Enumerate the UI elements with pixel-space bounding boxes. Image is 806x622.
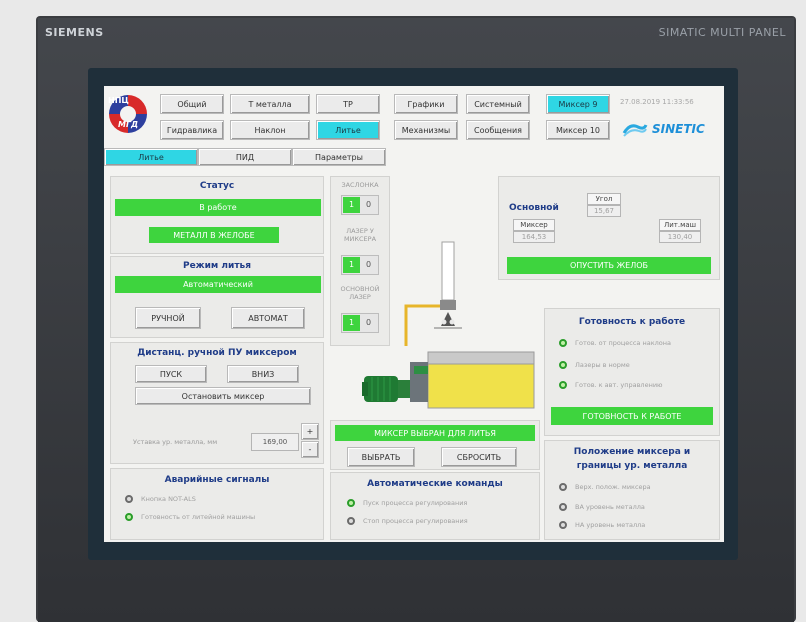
setpoint-minus-button[interactable]: -	[301, 441, 319, 458]
sinetic-wave-icon	[622, 124, 648, 137]
setpoint-label: Уставка ур. металла, мм	[133, 438, 218, 446]
nav-mixer-9[interactable]: Миксер 9	[546, 94, 610, 114]
gate-switch[interactable]: 10	[341, 195, 379, 215]
main-readout-panel: Основной Миксер 164,53 Угол 15,67 Лит.ма…	[498, 176, 720, 280]
select-button[interactable]: ВЫБРАТЬ	[347, 447, 415, 467]
alarms-panel: Аварийные сигналы Кнопка NOT-ALS Готовно…	[110, 468, 324, 540]
laser-column-icon	[441, 241, 455, 301]
alarm-notals-label: Кнопка NOT-ALS	[141, 495, 196, 503]
nav-system[interactable]: Системный	[466, 94, 530, 114]
ready-to-work-bar: ГОТОВНОСТЬ К РАБОТЕ	[551, 407, 713, 425]
siemens-brand: SIEMENS	[45, 26, 104, 39]
nav-tr[interactable]: ТР	[316, 94, 380, 114]
nav-metal-temp[interactable]: Т металла	[230, 94, 310, 114]
metal-bath-icon	[427, 363, 535, 409]
mixer-select-panel: МИКСЕР ВЫБРАН ДЛЯ ЛИТЬЯ ВЫБРАТЬ СБРОСИТЬ	[330, 420, 540, 470]
nav-graphs[interactable]: Графики	[394, 94, 458, 114]
subtab-casting[interactable]: Литье	[104, 148, 198, 166]
nav-messages[interactable]: Сообщения	[466, 120, 530, 140]
ready-auto-led	[559, 381, 567, 389]
datetime-display: 27.08.2019 11:33:56	[620, 98, 694, 106]
manual-mode-button[interactable]: РУЧНОЙ	[135, 307, 201, 329]
remote-control-panel: Дистанц. ручной ПУ миксером ПУСК ВНИЗ Ос…	[110, 342, 324, 464]
status-panel: Статус В работе МЕТАЛЛ В ЖЕЛОБЕ	[110, 176, 324, 254]
auto-mode-button[interactable]: АВТОМАТ	[231, 307, 305, 329]
pos-va-led	[559, 503, 567, 511]
remote-title: Дистанц. ручной ПУ миксером	[137, 348, 297, 358]
nav-mixer-10[interactable]: Миксер 10	[546, 120, 610, 140]
mode-title: Режим литья	[182, 261, 252, 271]
stop-mixer-button[interactable]: Остановить миксер	[135, 387, 311, 405]
model-brand: SIMATIC MULTI PANEL	[658, 26, 786, 39]
pos-va-label: ВА уровень металла	[575, 503, 645, 511]
mixer-selected-bar: МИКСЕР ВЫБРАН ДЛЯ ЛИТЬЯ	[335, 425, 535, 441]
pos-na-led	[559, 521, 567, 529]
auto-commands-panel: Автоматические команды Пуск процесса рег…	[330, 472, 540, 540]
nav-mechanisms[interactable]: Механизмы	[394, 120, 458, 140]
alarm-casting-machine-led	[125, 513, 133, 521]
company-logo: НПЦ МГД	[106, 92, 150, 136]
alarms-title: Аварийные сигналы	[164, 475, 270, 485]
alarm-casting-machine-label: Готовность от литейной машины	[141, 513, 256, 521]
mixer-label-box: Миксер	[513, 219, 555, 231]
pos-top-led	[559, 483, 567, 491]
gate-label: ЗАСЛОНКА	[341, 181, 379, 189]
ready-title: Готовность к работе	[578, 317, 686, 327]
start-button[interactable]: ПУСК	[135, 365, 207, 383]
motor-icon	[362, 362, 428, 402]
reset-button[interactable]: СБРОСИТЬ	[441, 447, 517, 467]
nav-general[interactable]: Общий	[160, 94, 224, 114]
status-title: Статус	[199, 181, 235, 191]
logo-text-bottom: МГД	[118, 120, 139, 129]
status-state-bar: В работе	[115, 199, 321, 216]
main-readout-title: Основной	[509, 203, 559, 213]
angle-label-box: Угол	[587, 193, 621, 205]
down-button[interactable]: ВНИЗ	[227, 365, 299, 383]
sinetic-logo: SINETIC	[622, 120, 722, 140]
auto-start-led	[347, 499, 355, 507]
angle-value: 15,67	[587, 205, 621, 217]
subtab-params[interactable]: Параметры	[292, 148, 386, 166]
lower-trough-button[interactable]: ОПУСТИТЬ ЖЕЛОБ	[507, 257, 711, 274]
sinetic-text: SINETIC	[652, 122, 705, 136]
ready-lasers-led	[559, 361, 567, 369]
auto-stop-led	[347, 517, 355, 525]
setpoint-input[interactable]: 169,00	[251, 433, 299, 451]
position-title-2: границы ур. металла	[576, 461, 688, 471]
casting-label-box: Лит.маш	[659, 219, 701, 231]
nav-casting[interactable]: Литье	[316, 120, 380, 140]
mixer-value: 164,53	[513, 231, 555, 243]
ready-tilt-led	[559, 339, 567, 347]
subtab-pid[interactable]: ПИД	[198, 148, 292, 166]
nav-tilt[interactable]: Наклон	[230, 120, 310, 140]
ready-tilt-label: Готов. от процесса наклона	[575, 339, 671, 347]
mode-value-bar: Автоматический	[115, 276, 321, 293]
setpoint-plus-button[interactable]: +	[301, 423, 319, 440]
position-title-1: Положение миксера и	[573, 447, 691, 457]
hmi-screen: НПЦ МГД Общий Т металла ТР Графики Систе…	[104, 86, 724, 542]
auto-stop-label: Стоп процесса регулирования	[363, 517, 468, 525]
position-panel: Положение миксера и границы ур. металла …	[544, 440, 720, 540]
nav-hydraulics[interactable]: Гидравлика	[160, 120, 224, 140]
ready-lasers-label: Лазеры в норме	[575, 361, 630, 369]
ready-auto-label: Готов. к авт. управлению	[575, 381, 663, 389]
auto-start-label: Пуск процесса регулирования	[363, 499, 468, 507]
pos-top-label: Верх. полож. миксера	[575, 483, 651, 491]
metal-in-trough-bar: МЕТАЛЛ В ЖЕЛОБЕ	[149, 227, 279, 243]
auto-commands-title: Автоматические команды	[367, 479, 503, 489]
alarm-notals-led	[125, 495, 133, 503]
ready-panel: Готовность к работе Готов. от процесса н…	[544, 308, 720, 436]
casting-mode-panel: Режим литья Автоматический РУЧНОЙ АВТОМА…	[110, 256, 324, 338]
logo-text-top: НПЦ	[108, 96, 129, 105]
pos-na-label: НА уровень металла	[575, 521, 646, 529]
casting-value: 130,40	[659, 231, 701, 243]
